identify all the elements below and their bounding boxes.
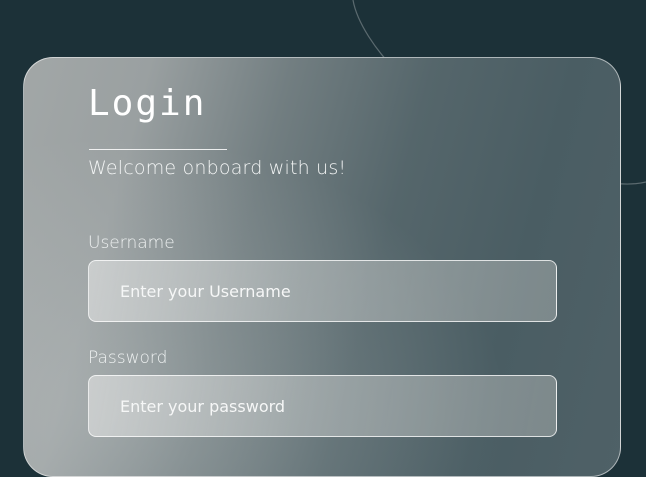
username-input[interactable]: [88, 260, 557, 322]
welcome-subtitle: Welcome onboard with us!: [88, 157, 347, 179]
password-label: Password: [88, 348, 168, 368]
username-label: Username: [88, 233, 175, 253]
login-card: Login Welcome onboard with us! Username …: [23, 57, 621, 477]
title-underline: [89, 149, 227, 150]
password-input[interactable]: [88, 375, 557, 437]
login-title: Login: [88, 83, 207, 124]
